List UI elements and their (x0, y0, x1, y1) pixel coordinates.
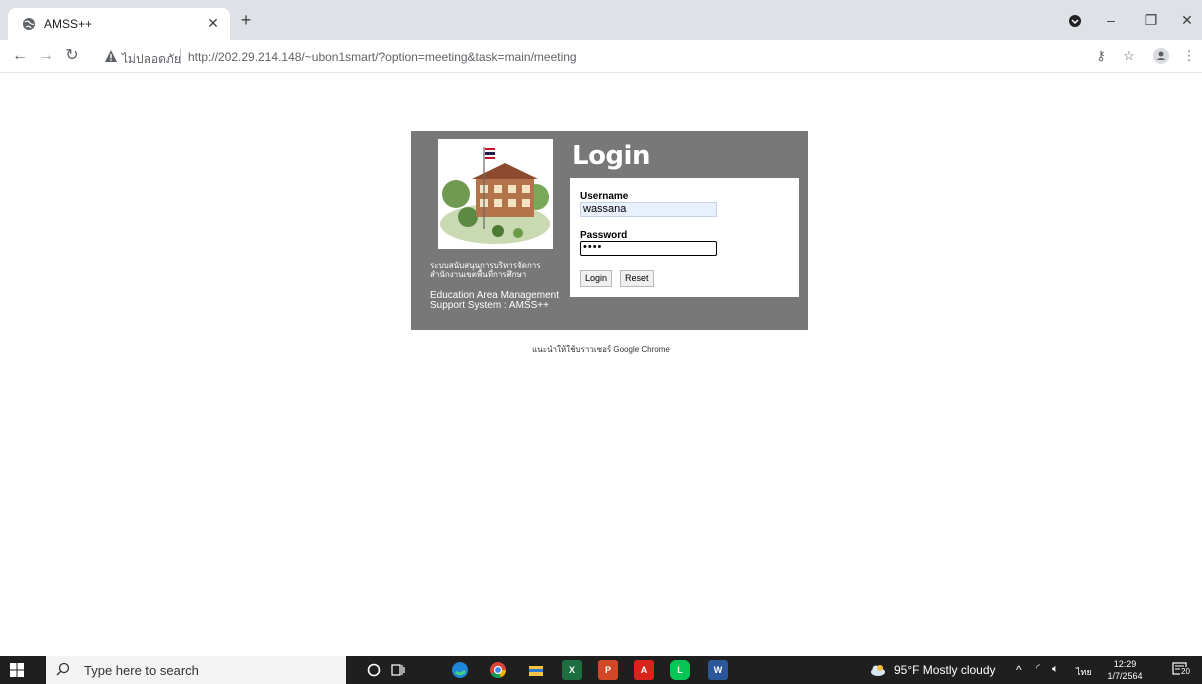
globe-icon (23, 18, 35, 30)
excel-icon[interactable]: X (562, 660, 582, 680)
browser-toolbar: ← → ↻ ไม่ปลอดภัย http://202.29.214.148/~… (0, 40, 1202, 73)
login-button[interactable]: Login (580, 270, 613, 287)
browser-tab[interactable]: AMSS++ ✕ (8, 8, 230, 40)
login-panel: ระบบสนับสนุนการบริหารจัดการ สำนักงานเขตพ… (411, 131, 808, 330)
taskbar-search[interactable]: Type here to search (46, 656, 346, 684)
restore-icon[interactable]: ❐ (1140, 10, 1162, 32)
volume-icon[interactable]: 🔈︎ (1052, 663, 1059, 676)
search-icon (56, 662, 70, 676)
notification-center[interactable]: 20 (1172, 662, 1191, 678)
task-view-icon[interactable] (388, 660, 408, 680)
acrobat-icon[interactable]: A (634, 660, 654, 680)
security-warning[interactable]: ไม่ปลอดภัย (122, 50, 181, 69)
tray-chevron-icon[interactable]: ^ (1016, 663, 1022, 677)
browser-recommendation: แนะนำให้ใช้บราวเซอร์ Google Chrome (532, 345, 670, 354)
system-name-thai-line2: สำนักงานเขตพื้นที่การศึกษา (430, 270, 527, 279)
close-window-icon[interactable]: ✕ (1176, 10, 1198, 32)
powerpoint-icon[interactable]: P (598, 660, 618, 680)
url-text[interactable]: http://202.29.214.148/~ubon1smart/?optio… (188, 50, 577, 64)
username-label: Username (580, 191, 629, 202)
chrome-icon[interactable] (488, 660, 508, 680)
address-bar[interactable]: ไม่ปลอดภัย http://202.29.214.148/~ubon1s… (100, 44, 1080, 70)
wifi-icon[interactable]: ◜ (1036, 663, 1040, 674)
system-name-english: Education Area Management Support System… (430, 291, 580, 311)
notification-count: 20 (1180, 667, 1191, 676)
weather-text[interactable]: 95°F Mostly cloudy (894, 663, 996, 677)
profile-menu-icon[interactable] (1064, 10, 1086, 32)
password-label: Password (580, 230, 628, 241)
weather-cloud-icon[interactable] (868, 660, 888, 680)
line-app-icon[interactable]: L (670, 660, 690, 680)
warning-icon (105, 50, 117, 62)
word-icon[interactable]: W (708, 660, 728, 680)
windows-start-icon[interactable] (10, 663, 24, 677)
username-input[interactable]: wassana (580, 202, 717, 217)
minimize-icon[interactable]: – (1100, 10, 1122, 32)
new-tab-button[interactable]: + (236, 11, 256, 31)
password-input[interactable]: •••• (580, 241, 717, 256)
tab-title: AMSS++ (44, 17, 93, 31)
omnibox-divider (180, 49, 181, 64)
cortana-icon[interactable] (364, 660, 384, 680)
menu-dots-icon[interactable]: ⋮ (1180, 47, 1198, 65)
forward-arrow-icon[interactable]: → (36, 46, 56, 66)
back-arrow-icon[interactable]: ← (10, 46, 30, 66)
clock-time: 12:29 (1113, 659, 1137, 669)
reload-icon[interactable]: ↻ (62, 46, 82, 66)
edge-icon[interactable] (450, 660, 470, 680)
tab-strip: AMSS++ ✕ + – ❐ ✕ (0, 0, 1202, 40)
login-title: Login (572, 141, 650, 171)
star-icon[interactable]: ☆ (1120, 47, 1138, 65)
close-tab-icon[interactable]: ✕ (204, 14, 222, 32)
system-name-thai: ระบบสนับสนุนการบริหารจัดการ สำนักงานเขตพ… (430, 261, 570, 279)
file-explorer-icon[interactable] (526, 660, 546, 680)
search-placeholder: Type here to search (84, 663, 199, 678)
key-icon[interactable]: ⚷ (1092, 47, 1110, 65)
system-clock[interactable]: 12:29 1/7/2564 (1100, 658, 1150, 682)
system-name-en-line2: Support System : AMSS++ (430, 300, 549, 311)
system-name-thai-line1: ระบบสนับสนุนการบริหารจัดการ (430, 261, 541, 270)
language-indicator[interactable]: ไทย (1076, 665, 1092, 679)
windows-taskbar: Type here to search X P A L W 95°F Mostl… (0, 656, 1202, 684)
account-icon[interactable] (1152, 47, 1170, 65)
clock-date: 1/7/2564 (1107, 671, 1143, 681)
school-building-image (438, 139, 553, 249)
login-form: Username wassana Password •••• Login Res… (570, 178, 799, 297)
reset-button[interactable]: Reset (620, 270, 654, 287)
